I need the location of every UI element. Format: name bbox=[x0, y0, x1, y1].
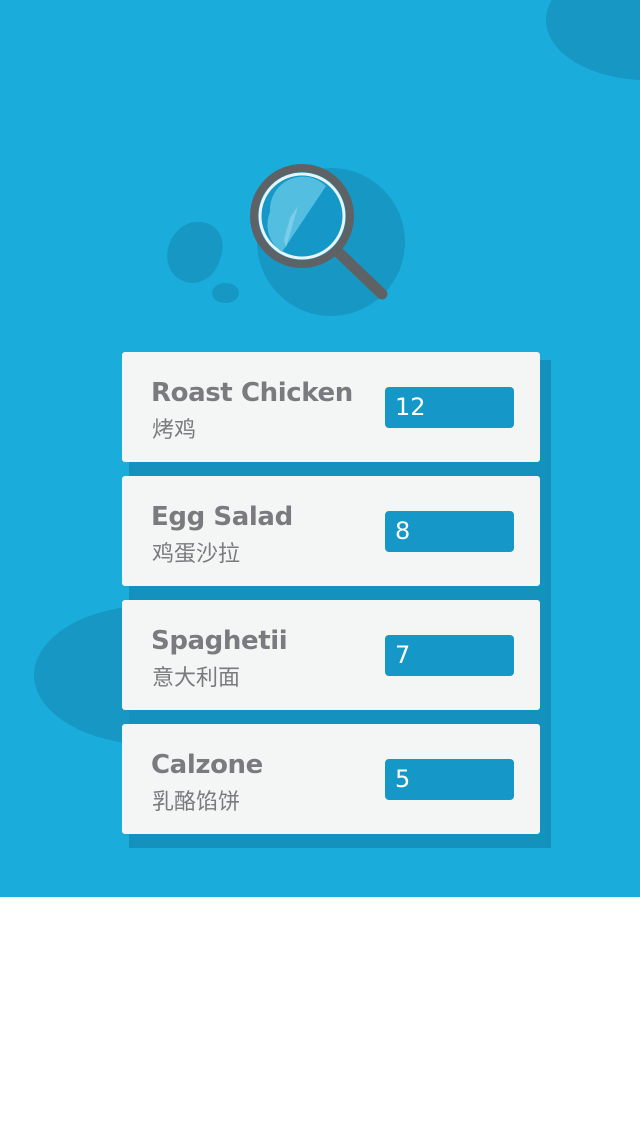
list-item: Roast Chicken 烤鸡 bbox=[122, 352, 540, 462]
list-item: Egg Salad 鸡蛋沙拉 bbox=[122, 476, 540, 586]
magnifier-icon bbox=[250, 164, 388, 300]
menu-item-list: Roast Chicken 烤鸡 Egg Salad 鸡蛋沙拉 Spagheti… bbox=[122, 352, 540, 834]
item-name: Roast Chicken bbox=[151, 378, 353, 408]
hero-background: Roast Chicken 烤鸡 Egg Salad 鸡蛋沙拉 Spagheti… bbox=[0, 0, 640, 897]
decorative-blob bbox=[546, 0, 640, 80]
decorative-blob bbox=[159, 214, 230, 290]
quantity-input[interactable] bbox=[385, 759, 514, 800]
quantity-input[interactable] bbox=[385, 387, 514, 428]
list-item: Calzone 乳酪馅饼 bbox=[122, 724, 540, 834]
item-name: Egg Salad bbox=[151, 502, 293, 532]
item-subtitle: 烤鸡 bbox=[152, 418, 197, 443]
item-subtitle: 乳酪馅饼 bbox=[152, 790, 241, 815]
decorative-blob bbox=[212, 283, 239, 303]
list-item: Spaghetii 意大利面 bbox=[122, 600, 540, 710]
item-name: Calzone bbox=[151, 750, 263, 780]
quantity-input[interactable] bbox=[385, 511, 514, 552]
quantity-input[interactable] bbox=[385, 635, 514, 676]
item-subtitle: 意大利面 bbox=[152, 666, 241, 691]
item-subtitle: 鸡蛋沙拉 bbox=[152, 542, 241, 567]
item-name: Spaghetii bbox=[151, 626, 288, 656]
